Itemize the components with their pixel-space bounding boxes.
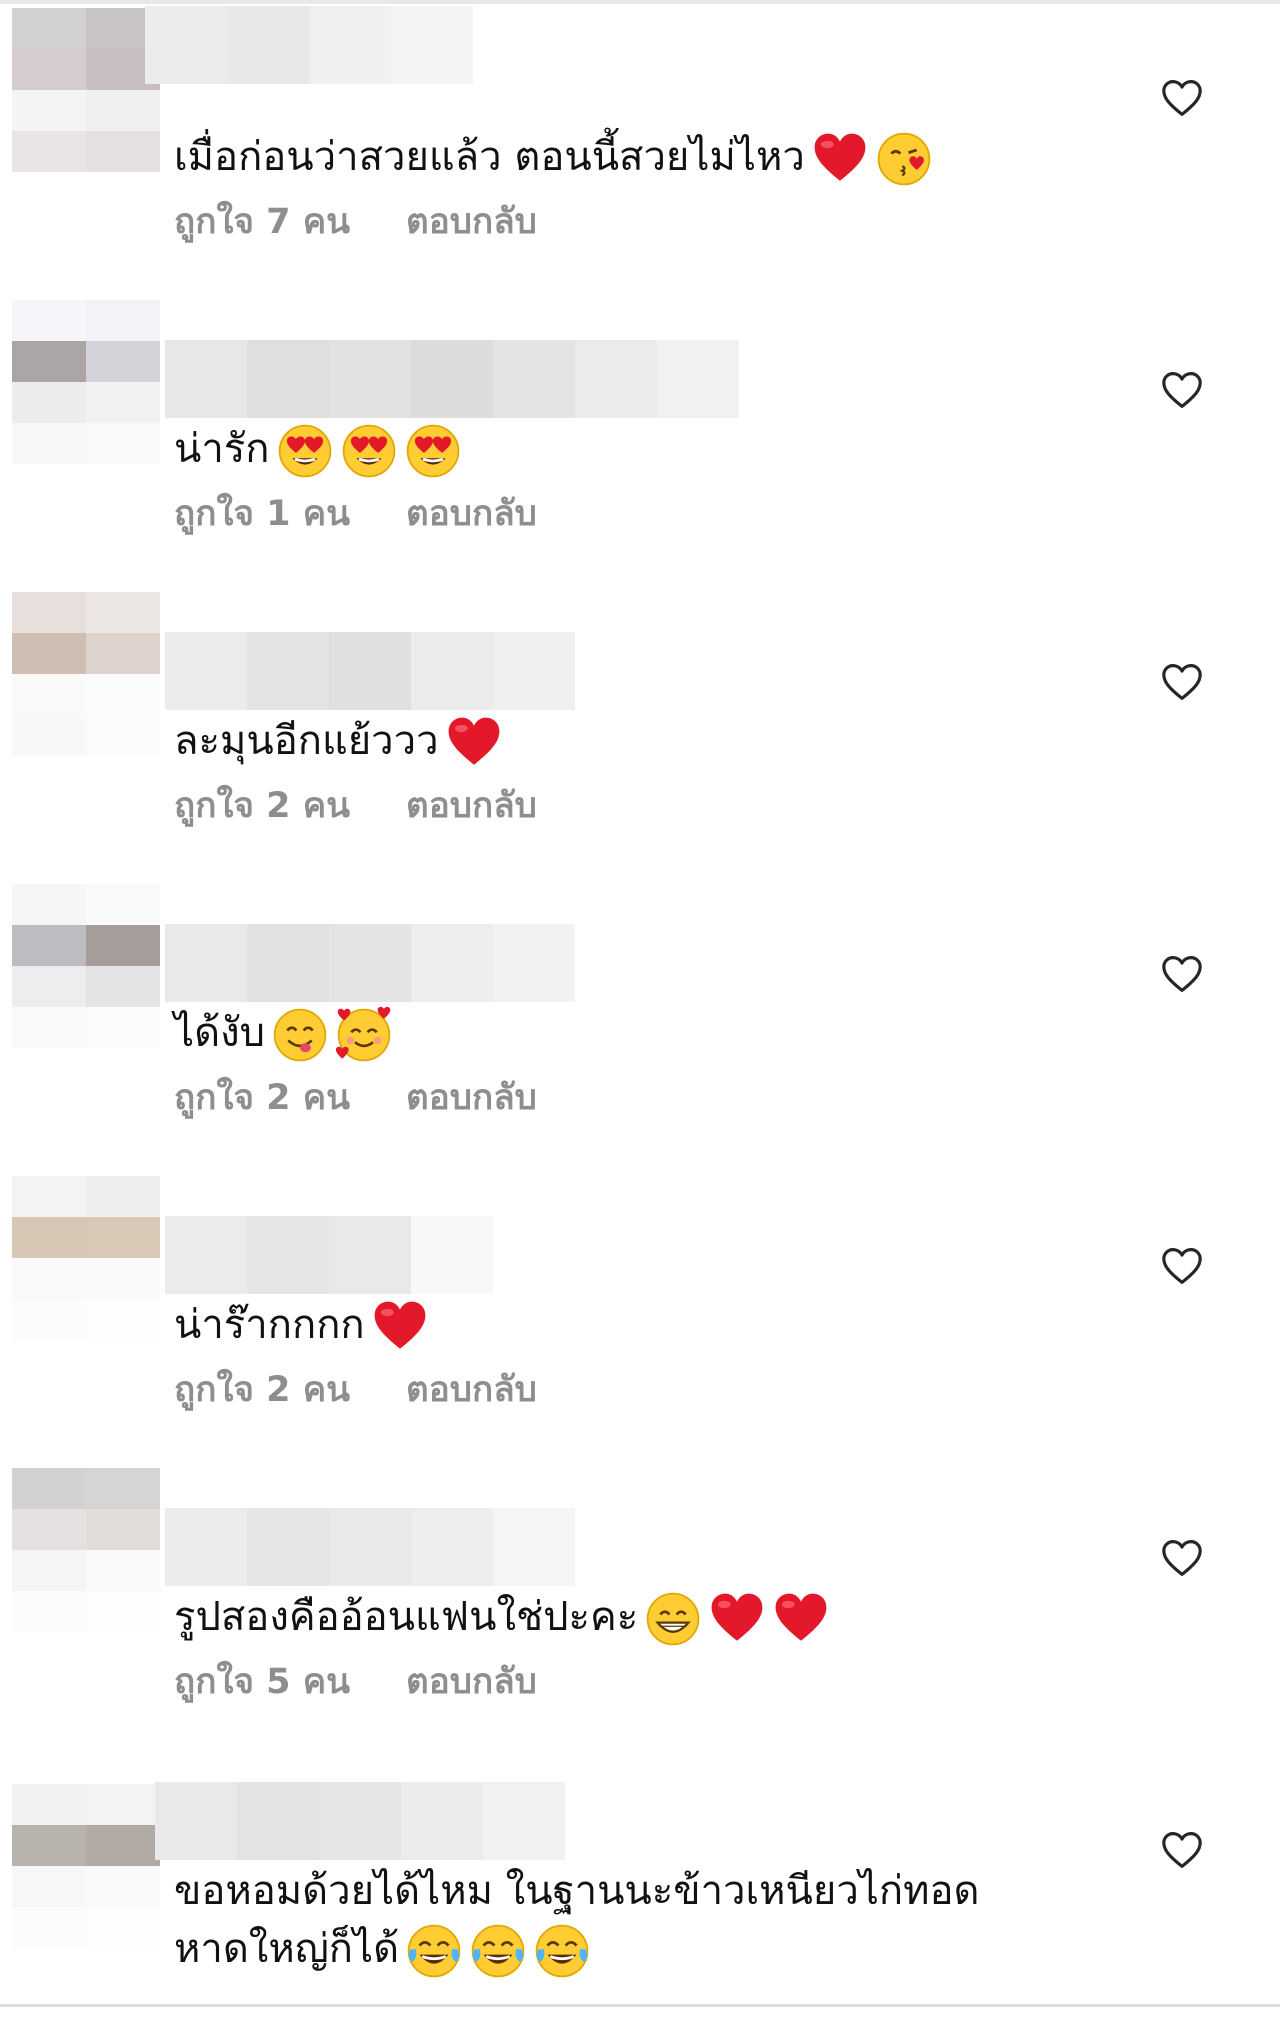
- comment-meta: ถูกใจ 2 คน ตอบกลับ: [174, 1070, 537, 1125]
- bottom-divider: [0, 2004, 1280, 2007]
- tears-of-joy-face-icon: [469, 1922, 527, 1980]
- comment-item: รูปสองคืออ้อนแฟนใช่ปะคะ ถูกใจ 5 คน ตอบกลั…: [0, 1460, 1280, 1752]
- likes-count[interactable]: ถูกใจ 5 คน: [174, 1654, 350, 1709]
- username-blurred[interactable]: [155, 1782, 565, 1860]
- tears-of-joy-face-icon: [533, 1922, 591, 1980]
- reply-button[interactable]: ตอบกลับ: [406, 194, 537, 249]
- heart-outline-icon[interactable]: [1160, 1246, 1204, 1286]
- comment-text: น่าร๊ากกกก: [174, 1296, 1074, 1356]
- heart-eyes-face-icon: [340, 422, 398, 480]
- red-heart-icon: [708, 1590, 766, 1648]
- comment-meta: ถูกใจ 1 คน ตอบกลับ: [174, 486, 537, 541]
- avatar[interactable]: [12, 592, 160, 756]
- comment-item: เมื่อก่อนว่าสวยแล้ว ตอนนี้สวยไม่ไหว ถูกใ…: [0, 0, 1280, 292]
- reply-button[interactable]: ตอบกลับ: [406, 486, 537, 541]
- comment-meta: ถูกใจ 2 คน ตอบกลับ: [174, 778, 537, 833]
- comment-text: ละมุนอีกแย้ววว: [174, 712, 1074, 772]
- heart-eyes-face-icon: [404, 422, 462, 480]
- red-heart-icon: [772, 1590, 830, 1648]
- username-blurred[interactable]: [165, 632, 575, 710]
- comment-text: ได้งับ: [174, 1004, 1074, 1064]
- comment-body: ละมุนอีกแย้ววว: [174, 718, 439, 764]
- comment-item: น่ารัก ถูกใจ 1 คน ตอบกลับ: [0, 292, 1280, 584]
- heart-eyes-face-icon: [276, 422, 334, 480]
- username-blurred[interactable]: [145, 6, 473, 84]
- avatar[interactable]: [12, 300, 160, 464]
- heart-outline-icon[interactable]: [1160, 78, 1204, 118]
- likes-count[interactable]: ถูกใจ 1 คน: [174, 486, 350, 541]
- heart-outline-icon[interactable]: [1160, 662, 1204, 702]
- avatar[interactable]: [12, 884, 160, 1048]
- heart-outline-icon[interactable]: [1160, 954, 1204, 994]
- comment-item: ขอหอมด้วยได้ไหม ในฐานนะข้าวเหนียวไก่ทอด …: [0, 1752, 1280, 2044]
- username-blurred[interactable]: [165, 340, 739, 418]
- comment-item: ละมุนอีกแย้ววว ถูกใจ 2 คน ตอบกลับ: [0, 584, 1280, 876]
- avatar[interactable]: [12, 1468, 160, 1632]
- comment-body: น่าร๊ากกกก: [174, 1302, 365, 1348]
- comment-text: ขอหอมด้วยได้ไหม ในฐานนะข้าวเหนียวไก่ทอด …: [174, 1862, 1074, 1980]
- smiling-face-with-hearts-icon: [335, 1006, 393, 1064]
- comment-text: รูปสองคืออ้อนแฟนใช่ปะคะ: [174, 1588, 1074, 1648]
- comment-body: รูปสองคืออ้อนแฟนใช่ปะคะ: [174, 1594, 639, 1640]
- username-blurred[interactable]: [165, 1508, 575, 1586]
- comment-item: น่าร๊ากกกก ถูกใจ 2 คน ตอบกลับ: [0, 1168, 1280, 1460]
- reply-button[interactable]: ตอบกลับ: [406, 778, 537, 833]
- heart-outline-icon[interactable]: [1160, 370, 1204, 410]
- red-heart-icon: [445, 714, 503, 772]
- likes-count[interactable]: ถูกใจ 2 คน: [174, 778, 350, 833]
- avatar[interactable]: [12, 1784, 160, 1948]
- reply-button[interactable]: ตอบกลับ: [406, 1654, 537, 1709]
- comment-meta: ถูกใจ 5 คน ตอบกลับ: [174, 1654, 537, 1709]
- comment-text: น่ารัก: [174, 420, 1074, 480]
- reply-button[interactable]: ตอบกลับ: [406, 1070, 537, 1125]
- red-heart-icon: [371, 1298, 429, 1356]
- likes-count[interactable]: ถูกใจ 2 คน: [174, 1070, 350, 1125]
- tears-of-joy-face-icon: [405, 1922, 463, 1980]
- heart-outline-icon[interactable]: [1160, 1830, 1204, 1870]
- comment-body: เมื่อก่อนว่าสวยแล้ว ตอนนี้สวยไม่ไหว: [174, 134, 805, 180]
- likes-count[interactable]: ถูกใจ 7 คน: [174, 194, 350, 249]
- comment-item: ได้งับ ถูกใจ 2 คน ตอบกลับ: [0, 876, 1280, 1168]
- comment-text: เมื่อก่อนว่าสวยแล้ว ตอนนี้สวยไม่ไหว: [174, 128, 1074, 188]
- comment-meta: ถูกใจ 2 คน ตอบกลับ: [174, 1362, 537, 1417]
- avatar[interactable]: [12, 1176, 160, 1340]
- red-heart-icon: [811, 130, 869, 188]
- comment-body: น่ารัก: [174, 426, 270, 472]
- smiling-face-yum-icon: [271, 1006, 329, 1064]
- grinning-face-icon: [644, 1590, 702, 1648]
- comment-body: ได้งับ: [174, 1010, 266, 1056]
- reply-button[interactable]: ตอบกลับ: [406, 1362, 537, 1417]
- face-blowing-kiss-icon: [875, 130, 933, 188]
- avatar[interactable]: [12, 8, 160, 172]
- username-blurred[interactable]: [165, 924, 575, 1002]
- heart-outline-icon[interactable]: [1160, 1538, 1204, 1578]
- likes-count[interactable]: ถูกใจ 2 คน: [174, 1362, 350, 1417]
- username-blurred[interactable]: [165, 1216, 493, 1294]
- comment-meta: ถูกใจ 7 คน ตอบกลับ: [174, 194, 537, 249]
